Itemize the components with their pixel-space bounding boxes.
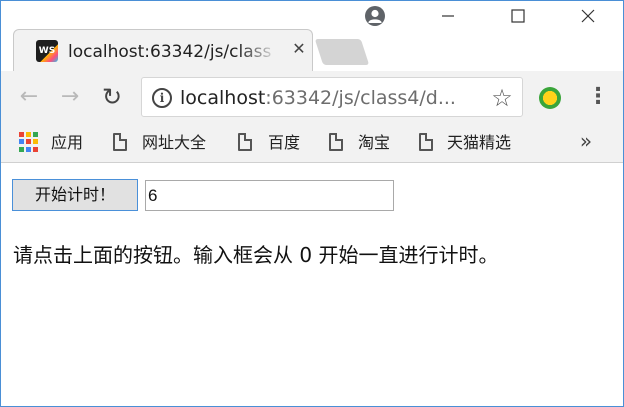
tab-strip: WS localhost:63342/js/class4 ✕ <box>1 1 623 71</box>
page-content: 开始计时！ 6 请点击上面的按钮。输入框会从 0 开始一直进行计时。 <box>1 164 623 406</box>
reload-icon[interactable]: ↻ <box>98 83 126 111</box>
bookmarks-overflow-icon[interactable]: » <box>575 129 597 153</box>
browser-toolbar: ← → ↻ i localhost:63342/js/class4/d... ☆… <box>1 71 623 123</box>
instruction-text: 请点击上面的按钮。输入框会从 0 开始一直进行计时。 <box>13 243 499 267</box>
counter-input[interactable]: 6 <box>145 180 394 211</box>
bookmark-star-icon[interactable]: ☆ <box>488 84 516 112</box>
bookmark-wangzhi[interactable]: 网址大全 <box>142 131 206 155</box>
bookmark-tmall[interactable]: 天猫精选 <box>447 131 511 155</box>
bookmark-baidu[interactable]: 百度 <box>268 131 300 155</box>
url-text[interactable]: localhost:63342/js/class4/d... <box>180 86 480 110</box>
apps-icon[interactable] <box>19 132 39 152</box>
extension-icon[interactable] <box>539 87 561 109</box>
new-tab-button[interactable] <box>314 39 370 65</box>
maximize-icon[interactable] <box>495 1 541 31</box>
bookmarks-bar: 应用 网址大全 百度 淘宝 天猫精选 » <box>1 123 623 163</box>
webstorm-favicon-icon: WS <box>36 40 58 62</box>
minimize-icon[interactable] <box>425 1 471 31</box>
info-icon[interactable]: i <box>152 88 172 108</box>
page-icon <box>419 133 433 151</box>
menu-kebab-icon[interactable]: ⋮ <box>587 85 609 109</box>
browser-window: WS localhost:63342/js/class4 ✕ ← → ↻ i l… <box>0 0 624 407</box>
profile-icon[interactable] <box>364 5 386 27</box>
window-close-icon[interactable] <box>565 1 611 31</box>
page-icon <box>329 133 343 151</box>
url-path: :63342/js/class4/d... <box>265 87 456 109</box>
bookmark-apps[interactable]: 应用 <box>51 131 83 155</box>
page-icon <box>113 133 127 151</box>
tab-title-fade <box>238 38 278 64</box>
active-tab[interactable]: WS localhost:63342/js/class4 ✕ <box>13 29 313 71</box>
start-timer-button[interactable]: 开始计时！ <box>12 179 138 211</box>
forward-arrow-icon[interactable]: → <box>56 83 84 111</box>
address-bar[interactable]: i localhost:63342/js/class4/d... ☆ <box>141 77 523 117</box>
url-host: localhost <box>180 87 266 109</box>
page-icon <box>238 133 252 151</box>
tab-close-icon[interactable]: ✕ <box>290 40 308 58</box>
bookmark-taobao[interactable]: 淘宝 <box>358 131 390 155</box>
back-arrow-icon[interactable]: ← <box>15 83 43 111</box>
